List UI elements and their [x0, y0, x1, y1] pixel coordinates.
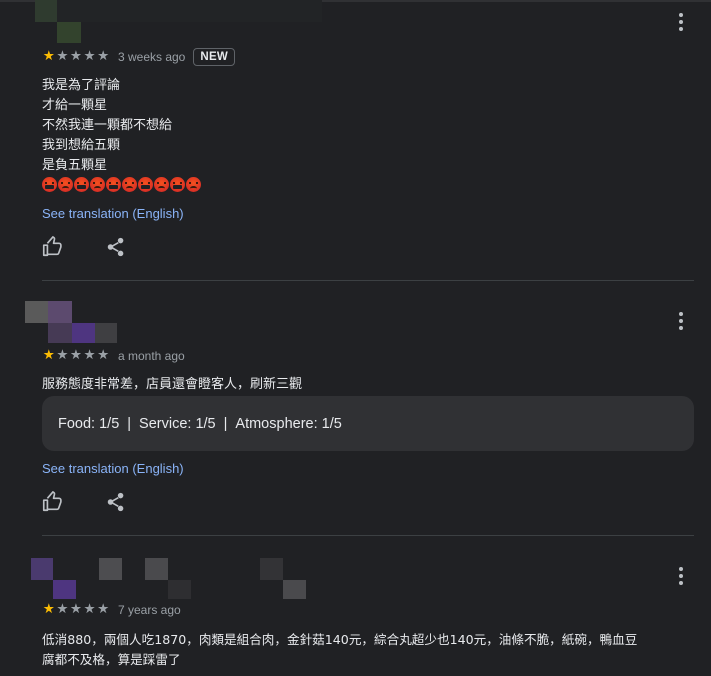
avatar[interactable]: [0, 281, 130, 343]
review-card: ★ ★ ★ ★ ★ a month ago 服務態度非常差，店員還會瞪客人，刷新三觀 F…: [0, 281, 711, 535]
see-translation-link[interactable]: See translation (English): [42, 461, 184, 476]
review-date: 7 years ago: [117, 603, 181, 617]
review-text: 我是為了評論 才給一顆星 不然我連一顆都不想給 我到想給五顆 是負五顆星: [42, 76, 201, 192]
cursing-face-icon: [106, 177, 121, 192]
star-icon: ★: [42, 347, 55, 364]
more-vert-icon[interactable]: [669, 10, 693, 34]
star-icon: ★: [97, 347, 110, 364]
star-icon: ★: [83, 48, 96, 65]
more-vert-icon[interactable]: [669, 564, 693, 588]
attribute-atmosphere: Atmosphere: 1/5: [235, 415, 342, 432]
review-line: 不然我連一顆都不想給: [42, 118, 173, 133]
thumb-up-icon[interactable]: [41, 236, 63, 258]
angry-face-icon: [90, 177, 105, 192]
attribute-service: Service: 1/5: [139, 415, 216, 432]
new-badge: NEW: [193, 48, 236, 66]
share-icon[interactable]: [105, 491, 127, 513]
review-text: 服務態度非常差，店員還會瞪客人，刷新三觀: [42, 375, 302, 395]
avatar[interactable]: [0, 536, 320, 600]
see-translation-link[interactable]: See translation (English): [42, 206, 184, 221]
reviews-page: ★ ★ ★ ★ ★ 3 weeks ago NEW 我是為了評論 才給一顆星 不然我連一…: [0, 0, 711, 676]
star-icon: ★: [83, 347, 96, 364]
rating-row: ★ ★ ★ ★ ★ 3 weeks ago NEW: [42, 47, 236, 67]
review-date: 3 weeks ago: [117, 50, 186, 64]
star-icon: ★: [56, 48, 69, 65]
review-line: 腐都不及格，算是踩雷了: [42, 652, 181, 667]
cursing-face-icon: [74, 177, 89, 192]
review-line: 是負五顆星: [42, 158, 108, 173]
star-icon: ★: [69, 601, 83, 618]
share-icon[interactable]: [105, 236, 127, 258]
more-vert-icon[interactable]: [669, 309, 693, 333]
star-icon: ★: [42, 601, 55, 618]
attribute-food: Food: 1/5: [58, 415, 120, 432]
star-icon: ★: [69, 48, 83, 65]
star-icon: ★: [83, 601, 96, 618]
review-line: 低消880，兩個人吃1870，肉類是組合肉，金針菇140元，綜合丸超少也140元…: [42, 632, 638, 647]
attribute-ratings: Food: 1/5 | Service: 1/5 | Atmosphere: 1…: [42, 396, 694, 451]
cursing-face-icon: [42, 177, 57, 192]
star-rating: ★ ★ ★ ★ ★: [42, 50, 110, 64]
rating-row: ★ ★ ★ ★ ★ 7 years ago: [42, 600, 181, 620]
attribute-separator: |: [223, 415, 228, 432]
review-line: 我到想給五顆: [42, 138, 121, 153]
review-date: a month ago: [117, 349, 185, 363]
star-icon: ★: [42, 48, 55, 65]
cursing-face-icon: [138, 177, 153, 192]
angry-face-icon: [186, 177, 201, 192]
attribute-separator: |: [127, 415, 132, 432]
star-rating: ★ ★ ★ ★ ★: [42, 349, 110, 363]
review-line: 我是為了評論: [42, 78, 121, 93]
cursing-face-icon: [170, 177, 185, 192]
star-rating: ★ ★ ★ ★ ★: [42, 603, 110, 617]
star-icon: ★: [56, 601, 69, 618]
star-icon: ★: [97, 601, 110, 618]
review-text: 低消880，兩個人吃1870，肉類是組合肉，金針菇140元，綜合丸超少也140元…: [42, 630, 637, 670]
angry-face-icon: [58, 177, 73, 192]
star-icon: ★: [69, 347, 83, 364]
angry-face-icon: [122, 177, 137, 192]
review-card: ★ ★ ★ ★ ★ 7 years ago 低消880，兩個人吃1870，肉類是組合肉，…: [0, 536, 711, 676]
star-icon: ★: [97, 48, 110, 65]
star-icon: ★: [56, 347, 69, 364]
emoji-row: [42, 177, 201, 192]
review-line: 才給一顆星: [42, 98, 108, 113]
avatar[interactable]: [0, 0, 330, 44]
review-line: 服務態度非常差，店員還會瞪客人，刷新三觀: [42, 377, 303, 392]
angry-face-icon: [154, 177, 169, 192]
thumb-up-icon[interactable]: [41, 491, 63, 513]
rating-row: ★ ★ ★ ★ ★ a month ago: [42, 346, 185, 366]
review-card: ★ ★ ★ ★ ★ 3 weeks ago NEW 我是為了評論 才給一顆星 不然我連一…: [0, 0, 711, 280]
